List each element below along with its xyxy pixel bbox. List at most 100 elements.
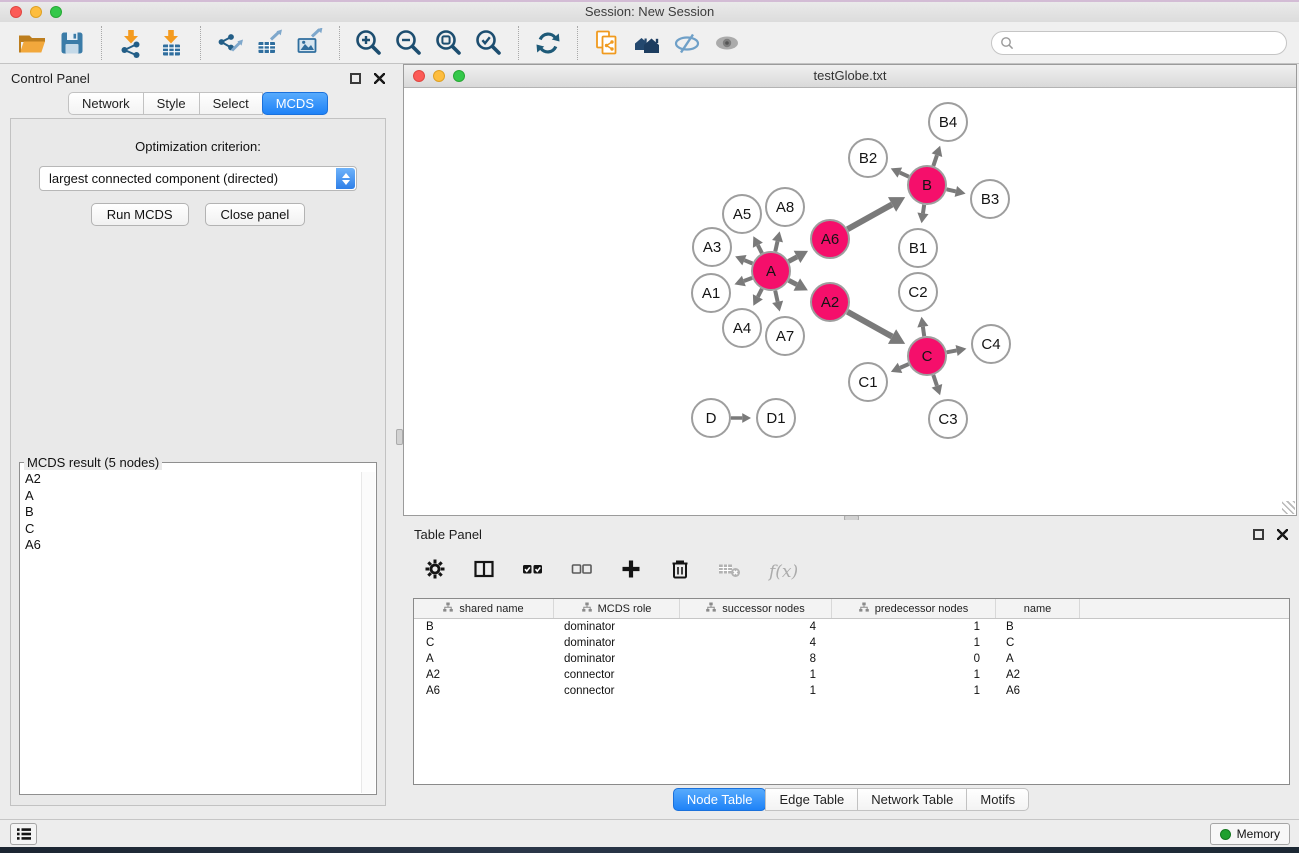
mcds-result-item[interactable]: A2 [22, 471, 360, 488]
minimize-window-button[interactable] [30, 6, 42, 18]
table-cell[interactable]: connector [554, 685, 680, 697]
graph-node-A7[interactable]: A7 [766, 317, 804, 355]
export-network-button[interactable] [212, 25, 248, 61]
tab-edge-table[interactable]: Edge Table [765, 788, 858, 811]
graph-node-A3[interactable]: A3 [693, 228, 731, 266]
open-file-button[interactable] [14, 25, 50, 61]
mcds-result-item[interactable]: C [22, 521, 360, 538]
tab-select[interactable]: Select [199, 92, 263, 115]
refresh-button[interactable] [530, 25, 566, 61]
close-panel-icon[interactable] [374, 73, 385, 84]
column-selector-button[interactable] [473, 558, 495, 585]
tab-style[interactable]: Style [143, 92, 200, 115]
delete-rows-button[interactable] [669, 558, 691, 585]
export-image-button[interactable] [292, 25, 328, 61]
graph-node-B[interactable]: B [908, 166, 946, 204]
clone-network-button[interactable] [589, 25, 625, 61]
table-cell[interactable]: dominator [554, 653, 680, 665]
mcds-result-item[interactable]: B [22, 504, 360, 521]
table-cell[interactable]: 4 [680, 621, 832, 633]
column-header-successor-nodes[interactable]: successor nodes [680, 599, 832, 618]
zoom-fit-button[interactable] [431, 25, 467, 61]
column-header-predecessor-nodes[interactable]: predecessor nodes [832, 599, 996, 618]
table-cell[interactable]: A2 [996, 669, 1080, 681]
table-cell[interactable]: C [414, 637, 554, 649]
graph-node-C2[interactable]: C2 [899, 273, 937, 311]
close-table-panel-icon[interactable] [1277, 529, 1288, 540]
graph-edge-C-C4[interactable] [947, 345, 967, 356]
app-titlebar[interactable]: Session: New Session [0, 2, 1299, 22]
zoom-in-button[interactable] [351, 25, 387, 61]
tab-mcds[interactable]: MCDS [262, 92, 328, 115]
graph-edge-C-C2[interactable] [917, 317, 928, 336]
graph-edge-A-A3[interactable] [735, 255, 752, 265]
graph-edge-B-B2[interactable] [891, 167, 909, 177]
mcds-result-item[interactable]: A [22, 488, 360, 505]
select-all-rows-button[interactable] [522, 558, 544, 585]
result-scrollbar[interactable] [361, 472, 375, 793]
table-cell[interactable]: C [996, 637, 1080, 649]
graph-node-A2[interactable]: A2 [811, 283, 849, 321]
table-cell[interactable]: connector [554, 669, 680, 681]
network-graph[interactable]: B4B2BB3A8A5A6A3B1AC2A1A2A4A7C4CC1DD1C3 [404, 88, 1296, 515]
graph-edge-C-C3[interactable] [932, 375, 943, 395]
graph-node-B3[interactable]: B3 [971, 180, 1009, 218]
close-network-button[interactable] [413, 70, 425, 82]
zoom-selected-button[interactable] [471, 25, 507, 61]
graph-node-B4[interactable]: B4 [929, 103, 967, 141]
graph-edge-A-A8[interactable] [772, 231, 783, 251]
search-input[interactable] [1014, 36, 1278, 50]
table-cell[interactable]: 1 [680, 669, 832, 681]
table-cell[interactable]: A [414, 653, 554, 665]
graph-node-B1[interactable]: B1 [899, 229, 937, 267]
graph-node-C[interactable]: C [908, 337, 946, 375]
vertical-splitter-handle[interactable] [396, 429, 403, 445]
table-cell[interactable]: 1 [832, 637, 996, 649]
graph-node-C3[interactable]: C3 [929, 400, 967, 438]
float-panel-icon[interactable] [350, 73, 361, 84]
graph-node-A1[interactable]: A1 [692, 274, 730, 312]
hide-selected-button[interactable] [669, 25, 705, 61]
graph-node-A4[interactable]: A4 [723, 309, 761, 347]
graph-node-B2[interactable]: B2 [849, 139, 887, 177]
graph-node-C1[interactable]: C1 [849, 363, 887, 401]
graph-node-C4[interactable]: C4 [972, 325, 1010, 363]
table-cell[interactable]: A [996, 653, 1080, 665]
graph-edge-A-A6[interactable] [789, 251, 808, 263]
import-table-button[interactable] [153, 25, 189, 61]
zoom-out-button[interactable] [391, 25, 427, 61]
search-field[interactable] [991, 31, 1287, 55]
table-cell[interactable]: 1 [832, 669, 996, 681]
graph-edge-C-C1[interactable] [891, 363, 909, 373]
graph-edge-A-A5[interactable] [753, 236, 763, 253]
run-mcds-button[interactable]: Run MCDS [91, 203, 189, 226]
tab-network-table[interactable]: Network Table [857, 788, 967, 811]
deselect-all-rows-button[interactable] [571, 558, 593, 585]
resize-grip-icon[interactable] [1282, 501, 1295, 514]
table-cell[interactable]: A2 [414, 669, 554, 681]
save-session-button[interactable] [54, 25, 90, 61]
float-table-panel-icon[interactable] [1253, 529, 1264, 540]
table-cell[interactable]: B [414, 621, 554, 633]
import-network-button[interactable] [113, 25, 149, 61]
graph-edge-A-A2[interactable] [789, 278, 808, 290]
table-cell[interactable]: 1 [832, 685, 996, 697]
close-window-button[interactable] [10, 6, 22, 18]
column-header-shared-name[interactable]: shared name [414, 599, 554, 618]
task-history-button[interactable] [10, 823, 37, 845]
graph-edge-A6-B[interactable] [847, 197, 905, 229]
minimize-network-button[interactable] [433, 70, 445, 82]
graph-node-A6[interactable]: A6 [811, 220, 849, 258]
close-panel-button[interactable]: Close panel [205, 203, 306, 226]
graph-edge-B-B1[interactable] [917, 205, 928, 223]
graph-edge-A2-C[interactable] [847, 312, 905, 344]
graph-edge-D-D1[interactable] [731, 413, 751, 423]
add-row-button[interactable] [620, 558, 642, 585]
mcds-result-item[interactable]: A6 [22, 537, 360, 554]
show-all-button[interactable] [709, 25, 745, 61]
criterion-select[interactable]: largest connected component (directed) [39, 166, 357, 191]
table-cell[interactable]: 1 [832, 621, 996, 633]
graph-node-A5[interactable]: A5 [723, 195, 761, 233]
graph-edge-B-B3[interactable] [947, 186, 966, 197]
table-cell[interactable]: A6 [414, 685, 554, 697]
